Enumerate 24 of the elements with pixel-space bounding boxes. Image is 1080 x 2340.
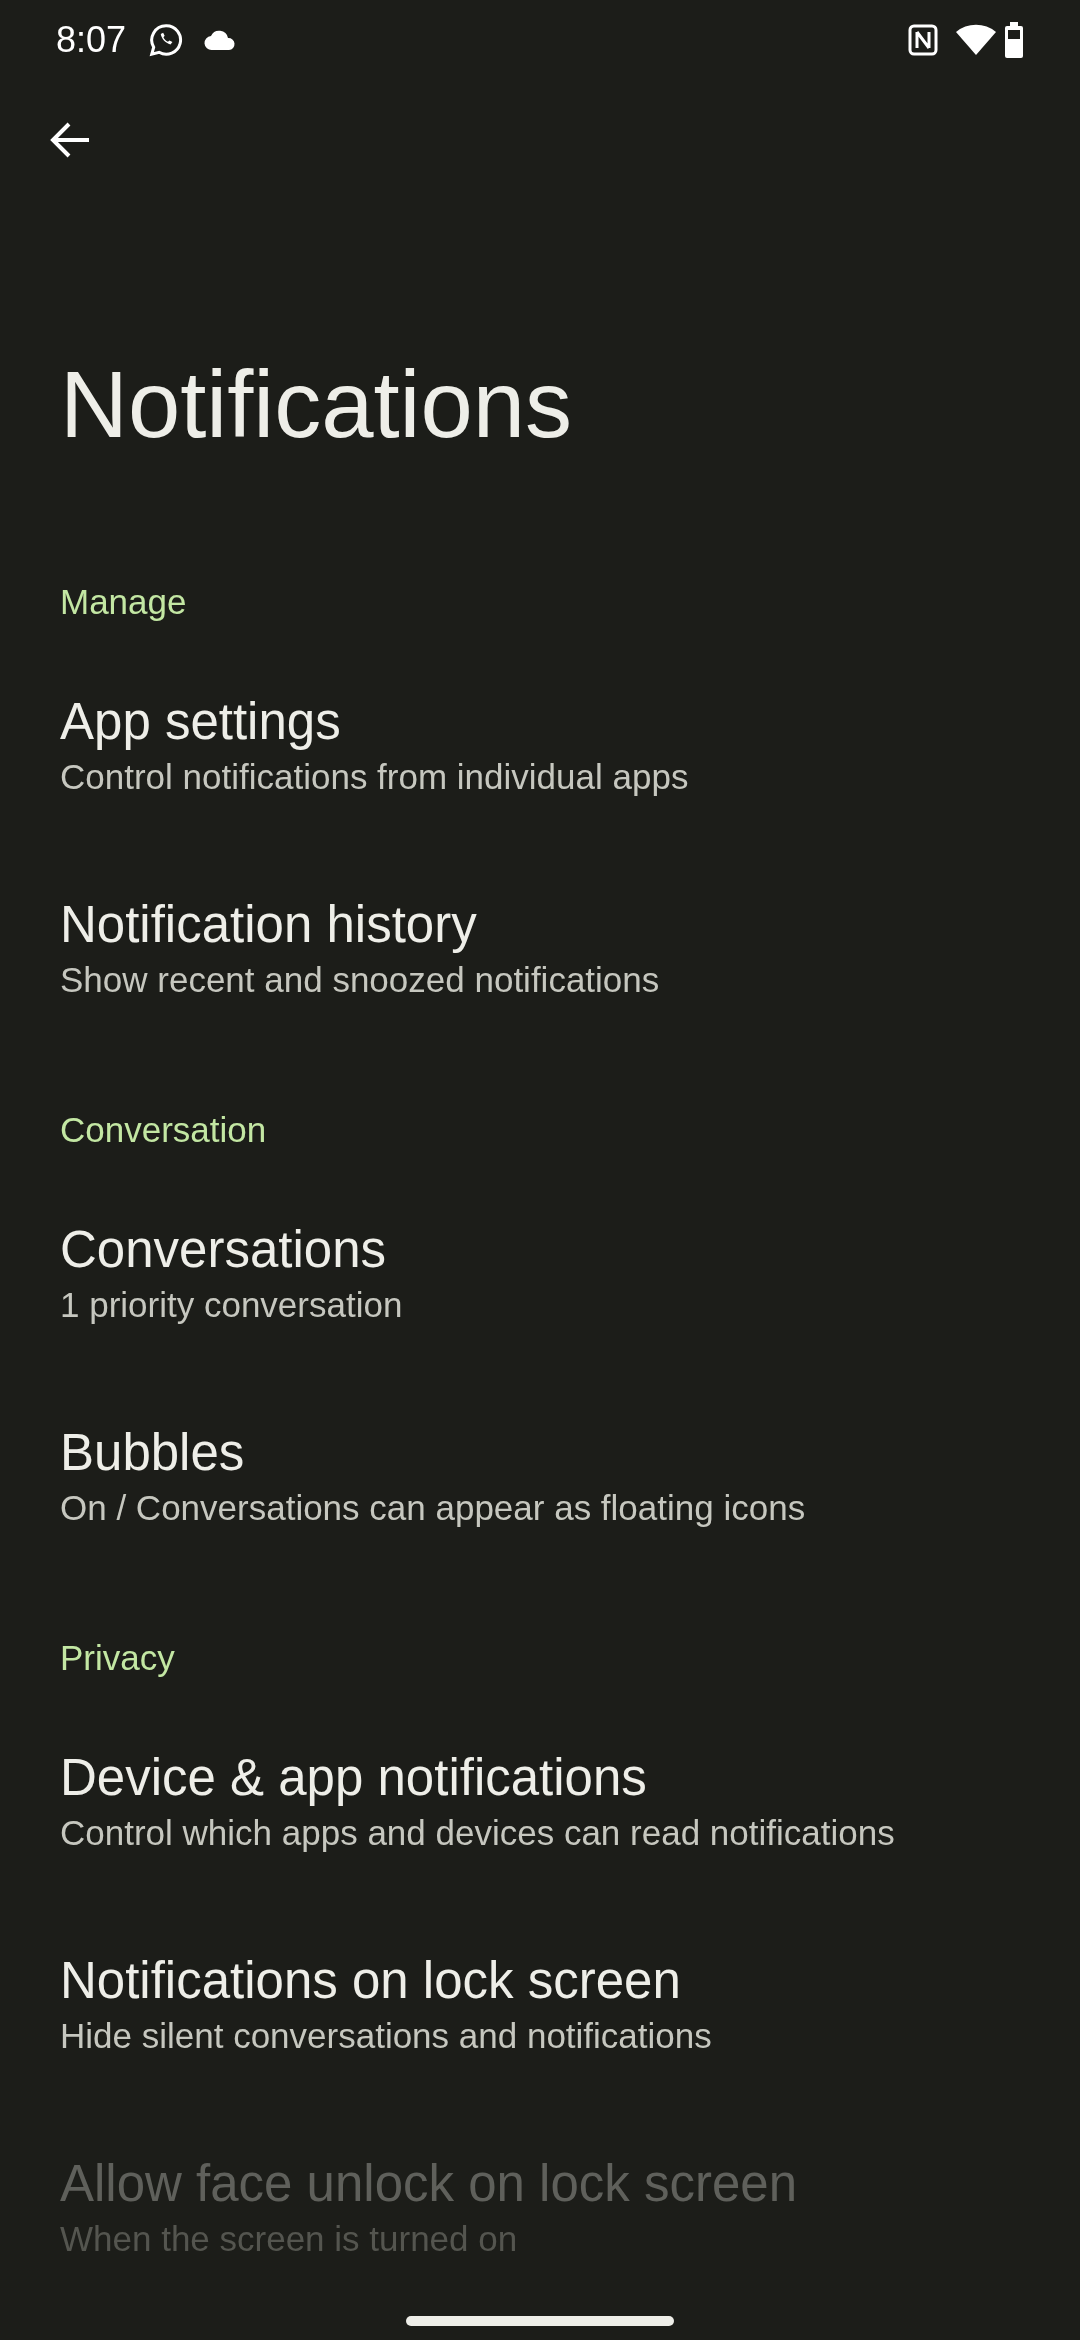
status-time: 8:07 — [56, 18, 127, 62]
section-header: Conversation — [60, 1110, 267, 1149]
item-title[interactable]: Device & app notifications — [60, 1748, 1020, 1808]
item-subtitle: Control notifications from individual apps — [60, 756, 690, 798]
item-subtitle: On / Conversations can appear as floating icons — [60, 1487, 807, 1529]
item-subtitle: Show recent and snoozed notifications — [60, 959, 661, 1001]
section-header: Privacy — [60, 1638, 175, 1677]
item-subtitle: Control which apps and devices can read notifications — [60, 1812, 896, 1854]
battery-icon — [1004, 22, 1024, 58]
chat-bubble-icon — [148, 22, 185, 58]
item-title[interactable]: Bubbles — [60, 1423, 1020, 1483]
page-title: Notifications — [59, 351, 573, 459]
back-arrow-icon — [49, 121, 91, 159]
item-title[interactable]: Conversations — [60, 1220, 1020, 1280]
item-title[interactable]: Notifications on lock screen — [60, 1951, 1020, 2011]
section-header: Manage — [60, 582, 187, 621]
item-subtitle: When the screen is turned on — [60, 2218, 519, 2260]
wifi-icon — [956, 24, 996, 56]
nfc-icon — [908, 24, 938, 56]
item-title[interactable]: App settings — [60, 692, 1020, 752]
item-title: Allow face unlock on lock screen — [60, 2154, 799, 2214]
item-title[interactable]: Notification history — [60, 895, 1020, 955]
item-subtitle: Hide silent conversations and notifications — [60, 2015, 713, 2057]
item-subtitle: 1 priority conversation — [60, 1284, 404, 1326]
